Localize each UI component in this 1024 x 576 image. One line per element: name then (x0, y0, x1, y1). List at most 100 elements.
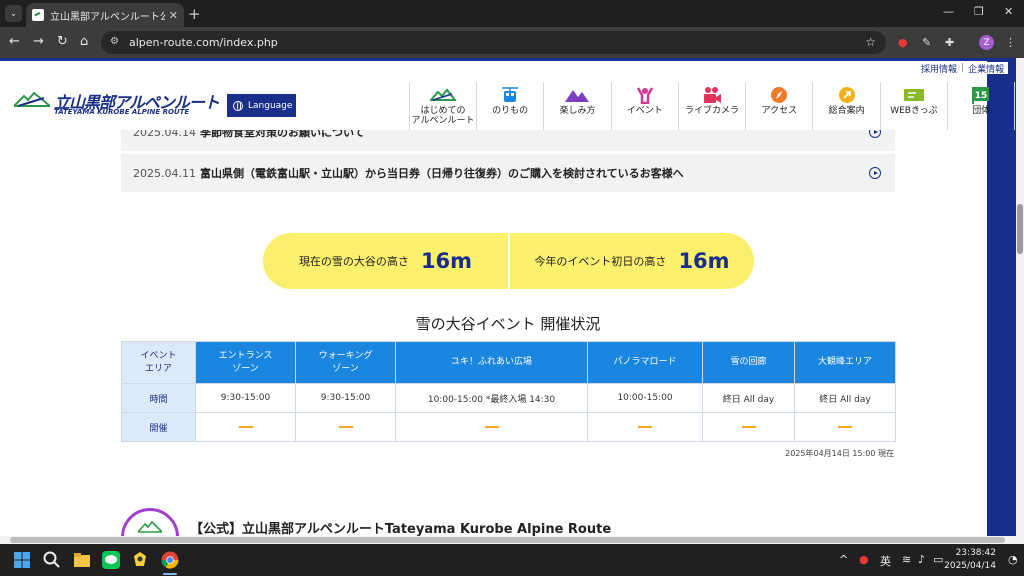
site-header: 立山黒部アルペンルート TATEYAMA KUROBE ALPINE ROUTE… (0, 74, 1016, 130)
gnav-label: 団体 (972, 106, 991, 116)
notification-icon[interactable]: ◔ (1008, 553, 1018, 566)
promo-title[interactable]: 【公式】立山黒部アルペンルートTateyama Kurobe Alpine Ro… (190, 518, 611, 536)
ime-indicator[interactable]: 英 (880, 553, 891, 569)
news-title: 富山県側（電鉄富山駅・立山駅）から当日券（日帰り往復券）のご購入を検討されている… (200, 167, 684, 180)
forward-arrow-icon[interactable]: → (33, 34, 44, 49)
company-info-link[interactable]: 企業情報 (968, 62, 1004, 75)
time-cell: 終日 All day (702, 383, 795, 413)
top-accent-bar (0, 58, 987, 61)
opening-height-value: 16m (678, 249, 730, 273)
home-icon[interactable]: ⌂ (80, 34, 88, 49)
opening-height-label: 今年のイベント初日の高さ (534, 255, 667, 268)
search-icon[interactable] (42, 550, 62, 570)
gnav-label: アクセス (761, 106, 798, 116)
table-row: 時間 9:30-15:00 9:30-15:00 10:00-15:00 *最終… (121, 383, 896, 413)
gnav-label: のりもの (492, 106, 529, 116)
site-info-icon[interactable]: ⚙ (110, 36, 119, 47)
gnav-item[interactable]: のりもの (477, 82, 545, 130)
news-item[interactable]: 2025.04.11 富山県側（電鉄富山駅・立山駅）から当日券（日帰り往復券）の… (121, 154, 895, 192)
gnav-item[interactable]: 15 団体 (948, 82, 1016, 130)
gnav-label: イベント (626, 106, 663, 116)
windows-start-icon[interactable] (12, 550, 32, 570)
opening-snow-height: 今年のイベント初日の高さ 16m (510, 233, 754, 289)
gnav-item[interactable]: アクセス (746, 82, 814, 130)
current-height-value: 16m (420, 249, 473, 273)
svg-text:15: 15 (975, 91, 988, 101)
horizontal-scrollbar[interactable] (0, 536, 1024, 544)
address-bar[interactable]: ⚙ alpen-route.com/index.php ☆ (101, 31, 886, 54)
table-row: 開催 (121, 412, 896, 442)
pinned-app-icon[interactable] (130, 550, 150, 570)
recruit-link[interactable]: 採用情報 (921, 62, 957, 75)
global-nav: はじめての アルペンルート のりもの 楽しみ方 イベント ライブカメラ アクセス 総合案内 W… (409, 82, 1016, 130)
language-button[interactable]: Language (227, 94, 296, 117)
gnav-item[interactable]: はじめての アルペンルート (410, 82, 477, 130)
gnav-label: WEBきっぷ (890, 106, 938, 116)
extension-pen-icon[interactable]: ✎ (922, 36, 931, 49)
wifi-icon[interactable]: ≋ (902, 553, 911, 566)
back-arrow-icon[interactable]: ← (9, 34, 20, 49)
current-snow-height: 現在の雪の大谷の高さ 16m (263, 233, 508, 289)
gnav-item[interactable]: WEBきっぷ (881, 82, 949, 130)
volume-icon[interactable]: ♪ (918, 553, 925, 566)
area-header: 大観峰エリア (794, 341, 896, 384)
gnav-label: ライブカメラ (685, 106, 740, 116)
browser-tab[interactable]: 立山黒部アルペンルート公式サ ✕ (26, 3, 184, 27)
chrome-icon[interactable] (160, 550, 180, 570)
language-label: Language (248, 100, 293, 111)
open-row-label: 開催 (121, 412, 196, 442)
reload-icon[interactable]: ↻ (57, 34, 68, 49)
restore-icon[interactable]: ❐ (974, 5, 984, 18)
close-window-icon[interactable]: ✕ (1004, 5, 1013, 18)
table-header-row: イベント エリア エントランス ゾーン ウォーキング ゾーン ユキ！ふれあい広場… (121, 341, 896, 384)
file-explorer-icon[interactable] (72, 550, 92, 570)
gnav-item[interactable]: 総合案内 (813, 82, 881, 130)
site-logo[interactable]: 立山黒部アルペンルート TATEYAMA KUROBE ALPINE ROUTE (14, 89, 220, 117)
dash-icon (638, 425, 652, 428)
minimize-icon[interactable]: — (943, 5, 954, 18)
area-header: 雪の回廊 (702, 341, 795, 384)
gnav-item[interactable]: イベント (612, 82, 679, 130)
event-status-title: 雪の大谷イベント 開催状況 (415, 315, 601, 333)
tab-title: 立山黒部アルペンルート公式サ (50, 11, 165, 23)
scroll-thumb[interactable] (1017, 204, 1023, 254)
tray-overflow-icon[interactable]: ^ (839, 553, 848, 566)
tab-search-icon[interactable]: ⌄ (5, 5, 22, 22)
system-clock[interactable]: 23:38:42 2025/04/14 (944, 547, 996, 573)
promo-logo[interactable] (121, 508, 179, 536)
browser-menu-icon[interactable]: ⋮ (1005, 36, 1016, 49)
dash-icon (484, 425, 499, 428)
hscroll-thumb[interactable] (10, 537, 1005, 543)
extensions-puzzle-icon[interactable]: ✚ (945, 36, 954, 49)
gnav-item[interactable]: 楽しみ方 (544, 82, 612, 130)
gnav-label: 総合案内 (828, 106, 865, 116)
time-cell: 終日 All day (794, 383, 896, 413)
ropeway-icon (501, 86, 519, 104)
group-flag-icon: 15 (971, 86, 991, 104)
tab-close-icon[interactable]: ✕ (169, 9, 178, 22)
person-cheer-icon (636, 86, 654, 104)
battery-icon[interactable]: ▭ (933, 553, 943, 566)
active-app-indicator (163, 573, 177, 575)
status-cell (702, 412, 795, 442)
mountain-logo-icon (138, 521, 162, 533)
site-favicon-icon (32, 9, 44, 21)
status-cell (295, 412, 396, 442)
line-app-icon[interactable] (101, 550, 121, 570)
vertical-scrollbar[interactable] (1016, 58, 1024, 536)
profile-avatar[interactable]: Z (979, 35, 994, 50)
bookmark-star-icon[interactable]: ☆ (865, 35, 876, 49)
gnav-item[interactable]: ライブカメラ (679, 82, 747, 130)
address-url: alpen-route.com/index.php (129, 36, 278, 49)
dash-icon (741, 425, 756, 428)
clock-date: 2025/04/14 (944, 561, 996, 571)
video-camera-icon (702, 86, 722, 104)
area-header: ウォーキング ゾーン (295, 341, 396, 384)
time-cell: 10:00-15:00 (587, 383, 703, 413)
browser-tab-bar: ⌄ 立山黒部アルペンルート公式サ ✕ + — ❐ ✕ (0, 0, 1024, 27)
extension-red-icon[interactable]: ● (898, 36, 908, 49)
time-row-label: 時間 (121, 383, 196, 413)
tray-app-icon[interactable]: ● (859, 553, 869, 566)
new-tab-plus-icon[interactable]: + (188, 5, 201, 23)
mountain-logo-icon (14, 92, 50, 107)
